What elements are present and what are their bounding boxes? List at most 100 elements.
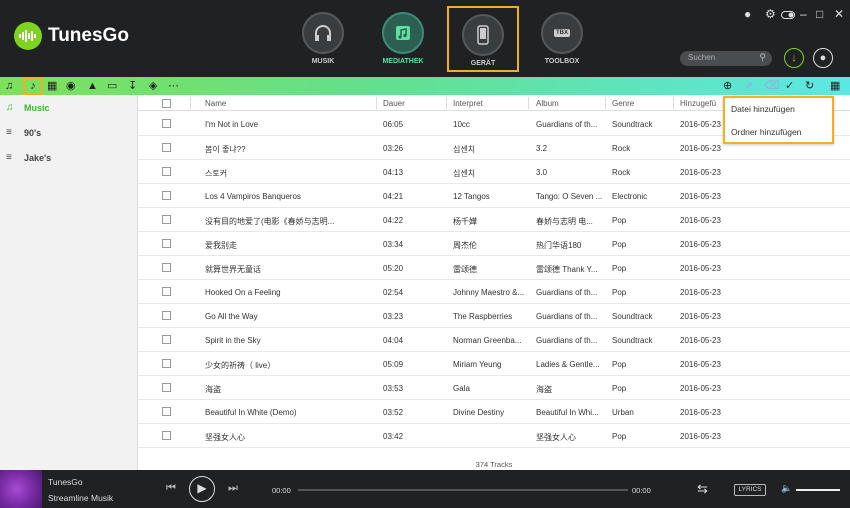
table-row[interactable]: 坚强女人心 03:42 坚强女人心 Pop 2016-05-23 [138,424,850,448]
clean-icon[interactable]: ✓ [785,79,794,93]
progress-bar[interactable] [298,489,628,491]
column-header[interactable]: Album [536,99,559,108]
track-name: I'm Not in Love [205,120,259,129]
nav-tab-label: GERÄT [470,60,496,67]
table-row[interactable]: 爱我别走 03:34 周杰伦 热门华语180 Pop 2016-05-23 [138,232,850,256]
select-all-checkbox[interactable] [162,99,171,108]
nav-tab-geraet[interactable]: GERÄT [447,6,519,72]
delete-icon[interactable]: ⌫ [764,79,780,93]
volume-icon[interactable]: 🔈 [781,483,792,494]
row-checkbox[interactable] [162,167,171,176]
audiobook-mic-icon[interactable]: ◈ [149,79,157,93]
table-row[interactable]: 就算世界无童话 05:20 雷颂德 雷颂德 Thank Y... Pop 2016-05-… [138,256,850,280]
title-bar: TunesGo MUSIK MEDIATHEK GERÄT TBX TOOLBO… [0,0,850,77]
vertical-scrollbar[interactable] [844,97,850,469]
toggle-icon[interactable] [781,8,795,22]
refresh-icon[interactable]: ↻ [805,79,814,93]
column-header[interactable]: Dauer [383,99,405,108]
download-icon[interactable]: ↓ [784,48,804,68]
grid-view-icon[interactable]: ▦ [830,79,840,93]
more-icon[interactable]: ⋯ [168,79,179,93]
column-header[interactable]: Genre [612,99,634,108]
player-title: TunesGo [48,477,83,487]
track-name: Hooked On a Feeling [205,288,281,297]
time-elapsed: 00:00 [272,486,291,495]
podcast-icon[interactable]: ◉ [66,79,76,93]
track-artist: 杨千嬅 [453,217,477,226]
menu-item-add-file[interactable]: Datei hinzufügen [725,98,832,121]
next-icon[interactable]: ⏭ [228,482,238,495]
music-file-icon[interactable]: ♪ [23,77,43,95]
track-album: Guardians of th... [536,288,598,297]
row-checkbox[interactable] [162,431,171,440]
table-row[interactable]: Hooked On a Feeling 02:54 Johnny Maestro &… [138,280,850,304]
menu-item-add-folder[interactable]: Ordner hinzufügen [725,121,832,144]
lyrics-button[interactable]: LYRICS [734,484,766,496]
import-icon[interactable]: ↧ [128,79,137,93]
track-duration: 06:05 [383,120,404,129]
row-checkbox[interactable] [162,311,171,320]
microphone-icon[interactable]: ● [813,48,833,68]
track-name: 少女的祈祷（ live） [205,361,276,370]
itunes-u-icon[interactable]: ▲ [87,79,98,93]
row-checkbox[interactable] [162,215,171,224]
volume-slider[interactable] [796,489,840,491]
table-row[interactable]: Go All the Way 03:23 The Raspberries Guardi… [138,304,850,328]
search-icon[interactable]: ⚲ [759,52,766,63]
maximize-icon[interactable]: □ [816,7,823,21]
export-icon[interactable]: ↗ [744,79,753,93]
row-checkbox[interactable] [162,239,171,248]
track-artist: Norman Greenba... [453,336,522,345]
add-icon[interactable]: ⊕ [723,79,732,93]
tv-icon[interactable]: ▭ [107,79,117,93]
track-date-added: 2016-05-23 [680,360,721,369]
track-name: Beautiful In White (Demo) [205,408,297,417]
track-date-added: 2016-05-23 [680,240,721,249]
music-note-icon[interactable]: ♫ [5,79,13,93]
play-button[interactable]: ▶ [189,476,215,502]
track-date-added: 2016-05-23 [680,312,721,321]
column-header[interactable]: Hinzugefü [680,99,720,108]
media-toolbar: ♫ ♪ ▦ ◉ ▲ ▭ ↧ ◈ ⋯ ⊕ ↗ ⌫ ✓ ↻ ▦ [0,77,850,95]
track-date-added: 2016-05-23 [680,264,721,273]
track-genre: Rock [612,168,631,177]
column-header[interactable]: Interpret [453,99,483,108]
table-row[interactable]: 少女的祈祷（ live） 05:09 Miriam Yeung Ladies & Ge… [138,352,850,376]
previous-icon[interactable]: ⏮ [166,482,176,495]
sidebar-item-playlist[interactable]: ≡ Jake's [0,145,137,170]
table-row[interactable]: Spirit in the Sky 04:04 Norman Greenba... G… [138,328,850,352]
column-header[interactable]: Name [205,99,226,108]
row-checkbox[interactable] [162,143,171,152]
settings-icon[interactable]: ⚙ [765,7,776,21]
user-icon[interactable]: ● [744,7,751,21]
table-row[interactable]: 海盗 03:53 Gala 海盗 Pop 2016-05-23 [138,376,850,400]
nav-tab-musik[interactable]: MUSIK [287,6,359,72]
track-genre: Electronic [612,192,648,201]
search-input[interactable]: Suchen ⚲ [680,51,772,66]
app-logo: TunesGo [14,22,129,50]
table-row[interactable]: Beautiful In White (Demo) 03:52 Divine Des… [138,400,850,424]
table-row[interactable]: Los 4 Vampiros Banqueros 04:21 12 Tangos Ta… [138,184,850,208]
track-artist: Divine Destiny [453,408,505,417]
nav-tab-toolbox[interactable]: TBX TOOLBOX [526,6,598,72]
row-checkbox[interactable] [162,407,171,416]
track-name: Los 4 Vampiros Banqueros [205,192,301,201]
table-row[interactable]: 没有目的地爱了(电影《春娇与志明... 04:22 杨千嬅 春娇与志明 电... Pop… [138,208,850,232]
repeat-icon[interactable]: ⇆ [697,481,708,497]
track-album: Guardians of th... [536,336,598,345]
row-checkbox[interactable] [162,119,171,128]
row-checkbox[interactable] [162,383,171,392]
nav-tab-mediathek[interactable]: MEDIATHEK [367,6,439,72]
track-duration: 04:04 [383,336,404,345]
row-checkbox[interactable] [162,359,171,368]
table-row[interactable]: 스토커 04:13 십센치 3.0 Rock 2016-05-23 [138,160,850,184]
row-checkbox[interactable] [162,287,171,296]
sidebar-item-playlist[interactable]: ≡ 90's [0,120,137,145]
row-checkbox[interactable] [162,191,171,200]
minimize-icon[interactable]: – [800,7,807,21]
video-icon[interactable]: ▦ [47,79,57,93]
sidebar-item-music[interactable]: ♫ Music [0,95,137,120]
row-checkbox[interactable] [162,335,171,344]
close-icon[interactable]: ✕ [834,7,844,21]
row-checkbox[interactable] [162,263,171,272]
